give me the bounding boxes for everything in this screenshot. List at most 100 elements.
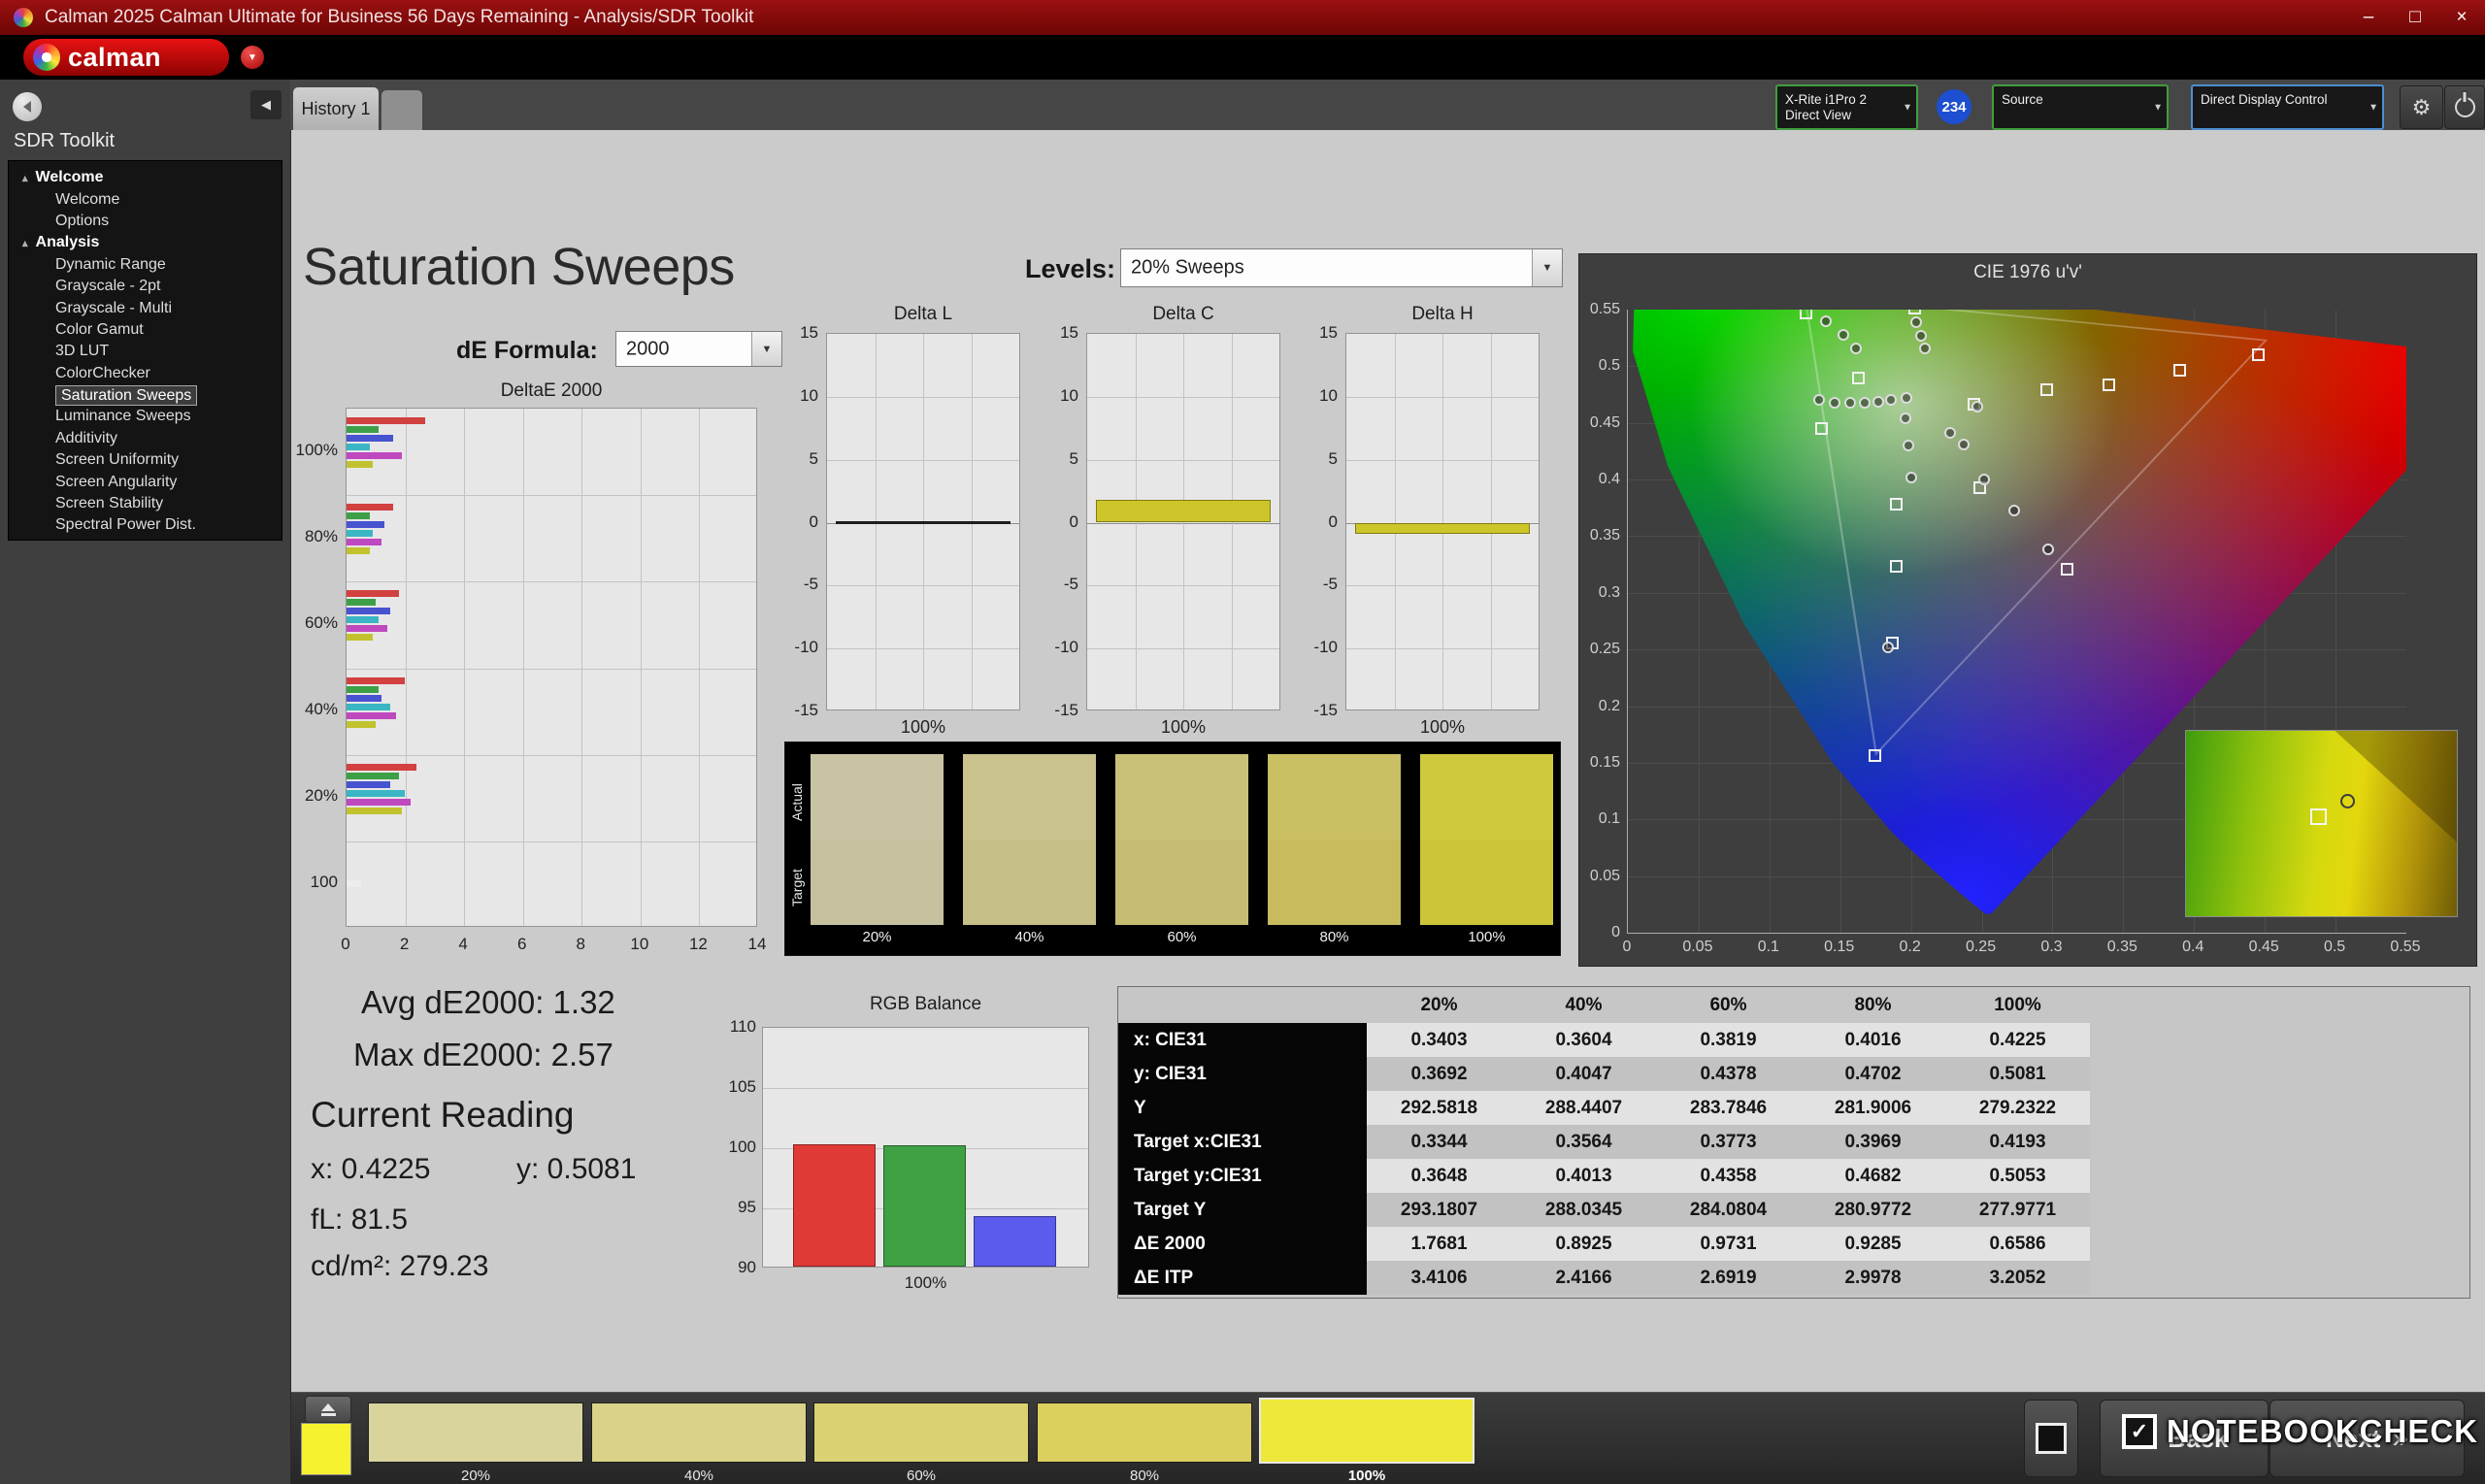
sidebar-item-grayscale-multi[interactable]: Grayscale - Multi [9, 297, 282, 318]
current-cdm2-value: cd/m²: 279.23 [311, 1250, 489, 1282]
back-button[interactable]: « Back [2100, 1400, 2269, 1477]
undock-button[interactable] [13, 92, 42, 121]
cie-y-tick: 0.05 [1589, 867, 1620, 884]
rgb-balance-plot [762, 1027, 1089, 1268]
sidebar-item-dynamic-range[interactable]: Dynamic Range [9, 254, 282, 276]
sidebar-section-welcome[interactable]: ▴ Welcome [9, 167, 282, 188]
measurement-table: 20% 40% 60% 80% 100% x: CIE31 0.3403 0.3604 0.38… [1118, 987, 2090, 1295]
deltae-bar [347, 599, 377, 607]
cie-target-marker [1799, 310, 1812, 319]
deltae-bar [347, 711, 397, 719]
sidebar-item-welcome[interactable]: Welcome [9, 188, 282, 210]
cie-x-tick: 0.25 [1965, 939, 1997, 955]
maximize-icon[interactable]: □ [2392, 0, 2438, 35]
patch-label: 60% [906, 1468, 937, 1484]
swatch-60% [1115, 754, 1248, 925]
sidebar-item-additivity[interactable]: Additivity [9, 428, 282, 449]
deltae2000-chart-title: DeltaE 2000 [500, 380, 603, 401]
table-row: Y 292.5818 288.4407 283.7846 281.9006 279.232… [1118, 1091, 2090, 1125]
rgb-bar-blue [974, 1215, 1056, 1267]
cie-measured-marker [1944, 427, 1957, 440]
sidebar-item-3d-lut[interactable]: 3D LUT [9, 341, 282, 362]
sidebar-item-options[interactable]: Options [9, 211, 282, 232]
patch-label: 20% [460, 1468, 491, 1484]
levels-label: Levels: [1025, 254, 1116, 283]
swatch-target [1420, 840, 1553, 925]
de-formula-dropdown[interactable]: 2000 ▼ [615, 331, 782, 367]
deltae-bar [347, 521, 385, 529]
table-row: Target Y 293.1807 288.0345 284.0804 280.9772… [1118, 1193, 2090, 1227]
tab-stub[interactable] [381, 90, 422, 130]
power-button[interactable] [2444, 85, 2485, 129]
sidebar-section-analysis[interactable]: ▴ Analysis [9, 232, 282, 253]
settings-button[interactable]: ⚙ [2400, 85, 2443, 129]
sidebar-item-screen-uniformity[interactable]: Screen Uniformity [9, 449, 282, 471]
sidebar-item-saturation-sweeps[interactable]: Saturation Sweeps [9, 384, 282, 406]
collapse-sidebar-button[interactable]: ◀ [250, 90, 282, 119]
rgb-bar-green [883, 1144, 966, 1267]
meter-device-name: X-Rite i1Pro 2 [1785, 92, 1868, 107]
cie-measured-marker [1828, 396, 1840, 409]
deltae-bar [347, 547, 371, 555]
minimize-icon[interactable]: – [2345, 0, 2392, 35]
deltae-bar [347, 798, 412, 806]
source-dropdown[interactable]: Source ▼ [1992, 84, 2169, 130]
swatch-label: 100% [1468, 929, 1506, 945]
sidebar-item-screen-stability[interactable]: Screen Stability [9, 493, 282, 514]
expander-icon: ▴ [22, 237, 28, 249]
table-row: Target x:CIE31 0.3344 0.3564 0.3773 0.3969 0.… [1118, 1125, 2090, 1159]
cie-measured-marker [1901, 392, 1913, 405]
meter-mode: Direct View [1785, 108, 1852, 122]
deltae-bar [347, 435, 394, 442]
deltae-bar [347, 703, 391, 710]
table-column-header: 60% [1709, 994, 1747, 1015]
chevron-down-icon: ▼ [248, 51, 257, 63]
calman-logo[interactable]: calman [23, 39, 229, 76]
next-button[interactable]: Next » [2270, 1400, 2465, 1477]
patch-100%[interactable] [1259, 1398, 1474, 1464]
delta-l-plot [826, 333, 1020, 710]
cie-measured-marker [1899, 412, 1911, 425]
sidebar-item-grayscale-2pt[interactable]: Grayscale - 2pt [9, 276, 282, 297]
delta-c-xlabel: 100% [1160, 717, 1207, 737]
levels-dropdown[interactable]: 20% Sweeps ▼ [1120, 248, 1563, 287]
swatch-target [1115, 840, 1248, 925]
patch-80%[interactable] [1037, 1402, 1252, 1463]
window-controls: – □ × [2345, 0, 2485, 35]
cie-target-marker [1851, 372, 1865, 385]
cie-target-marker [2172, 364, 2186, 378]
sidebar-item-colorchecker[interactable]: ColorChecker [9, 363, 282, 384]
patch-40%[interactable] [591, 1402, 807, 1463]
current-fl-value: fL: 81.5 [311, 1204, 409, 1236]
display-control-dropdown[interactable]: Direct Display Control ▼ [2191, 84, 2384, 130]
workflow-tree: ▴ Welcome Welcome Options ▴ Analysis Dynamic R… [8, 160, 282, 541]
pattern-source-button[interactable] [305, 1396, 351, 1423]
tab-history[interactable]: History 1 [293, 87, 379, 130]
deltae-bar [347, 634, 374, 642]
meter-dropdown[interactable]: X-Rite i1Pro 2 Direct View ▼ [1775, 84, 1918, 130]
sidebar-item-luminance-sweeps[interactable]: Luminance Sweeps [9, 406, 282, 427]
patch-60%[interactable] [813, 1402, 1029, 1463]
cie-target-marker [1890, 497, 1904, 511]
pattern-window-swatch[interactable] [301, 1423, 351, 1475]
chevron-down-icon: ▼ [751, 332, 781, 366]
sidebar-item-spectral-power-dist-[interactable]: Spectral Power Dist. [9, 514, 282, 536]
sidebar-item-color-gamut[interactable]: Color Gamut [9, 319, 282, 341]
swatch-target [811, 840, 944, 925]
titlebar: Calman 2025 Calman Ultimate for Business… [0, 0, 2485, 35]
cie-target-marker [2252, 347, 2266, 361]
de-formula-label: dE Formula: [456, 337, 598, 364]
patch-label: 100% [1347, 1468, 1386, 1484]
cie-measured-marker [1837, 328, 1849, 341]
patch-20%[interactable] [368, 1402, 583, 1463]
cie-measured-marker [1849, 342, 1862, 354]
delta-l-title: Delta L [893, 304, 953, 324]
pattern-mode-button[interactable] [2024, 1400, 2078, 1477]
logo-menu-button[interactable]: ▼ [241, 46, 264, 69]
cie-y-tick: 0.4 [1598, 471, 1620, 488]
deltae-bar [347, 417, 426, 424]
sidebar-item-screen-angularity[interactable]: Screen Angularity [9, 471, 282, 492]
table-column-header: 80% [1854, 994, 1892, 1015]
cie-measured-marker [1957, 438, 1970, 450]
close-icon[interactable]: × [2438, 0, 2485, 35]
